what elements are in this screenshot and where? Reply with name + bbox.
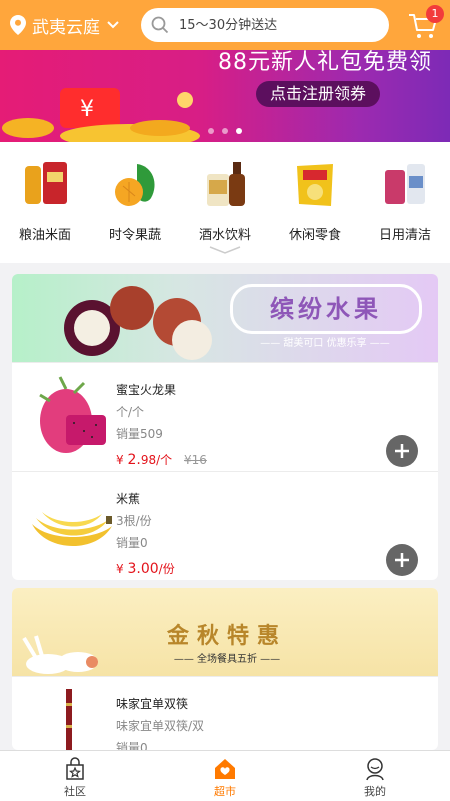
bottom-nav: 社区 超市 我的 <box>0 750 450 801</box>
plus-icon <box>395 553 409 567</box>
search-icon <box>151 16 169 34</box>
location-pin-icon <box>10 15 26 35</box>
product-sales: 销量509 <box>116 427 163 441</box>
product-spec: 3根/份 <box>116 514 152 528</box>
banner-title: 88元新人礼包免费领 <box>218 50 432 75</box>
search-box[interactable] <box>141 8 389 42</box>
category-item[interactable]: 日用清洁 <box>360 156 450 243</box>
product-spec: 味家宜单双筷/双 <box>116 719 205 733</box>
rice-oil-icon <box>25 162 67 204</box>
chevron-down-icon <box>107 21 119 29</box>
price-decimal: 98 <box>140 453 157 467</box>
price-integer: 2. <box>127 452 141 468</box>
plus-icon <box>395 444 409 458</box>
product-image-chopsticks <box>66 689 72 750</box>
category-item[interactable]: 粮油米面 <box>0 156 90 243</box>
cleaning-icon <box>385 164 425 204</box>
category-label: 休闲零食 <box>288 228 341 243</box>
category-item[interactable]: 时令果蔬 <box>90 156 180 243</box>
rabbit-illustration <box>22 635 98 674</box>
svg-text:¥: ¥ <box>80 97 94 122</box>
product-price: ¥ 2.98/个 ¥16 <box>116 451 207 468</box>
section-card-autumn: 金秋特惠 —— 全场餐具五折 —— 味家宜单双筷 味家宜单双筷/双 销量0 <box>12 588 438 750</box>
coins-illustration: ¥ <box>2 88 200 142</box>
add-to-cart-button[interactable] <box>386 435 418 467</box>
section-banner[interactable]: 缤纷水果 —— 甜美可口 优惠乐享 —— <box>12 274 438 362</box>
fruit-illustration <box>64 286 212 360</box>
nav-label: 社区 <box>64 785 86 798</box>
section-card-fruit: 缤纷水果 —— 甜美可口 优惠乐享 —— 蜜宝火龙果 个/个 销量509 ¥ 2… <box>12 274 438 580</box>
product-name: 味家宜单双筷 <box>116 697 189 711</box>
nav-item-supermarket[interactable]: 超市 <box>150 751 300 801</box>
product-name: 蜜宝火龙果 <box>116 383 177 397</box>
price-currency: ¥ <box>116 453 124 467</box>
top-bar: 武夷云庭 1 <box>0 0 450 50</box>
supermarket-icon <box>215 759 235 779</box>
register-coupon-button[interactable]: 点击注册领券 <box>256 81 381 107</box>
nav-label: 我的 <box>364 785 386 798</box>
carousel-dots <box>208 128 242 134</box>
category-label: 酒水饮料 <box>198 228 251 243</box>
original-price: ¥16 <box>183 453 207 467</box>
nav-item-profile[interactable]: 我的 <box>300 751 450 801</box>
price-unit: /份 <box>158 562 175 576</box>
carousel-dot[interactable] <box>208 128 214 134</box>
category-label: 时令果蔬 <box>108 228 161 243</box>
category-grid: 粮油米面 时令果蔬 酒水饮料 休闲零食 日用清洁 <box>0 142 450 263</box>
section-banner-subtitle: —— 甜美可口 优惠乐享 —— <box>260 338 390 349</box>
product-item[interactable]: 米蕉 3根/份 销量0 ¥ 3.00/份 <box>12 471 438 580</box>
fruit-veg-icon <box>115 164 155 206</box>
category-item[interactable]: 休闲零食 <box>270 156 360 243</box>
price-unit: /个 <box>156 453 173 467</box>
section-banner[interactable]: 金秋特惠 —— 全场餐具五折 —— <box>12 588 438 676</box>
profile-icon <box>366 758 384 781</box>
drinks-icon <box>207 162 245 206</box>
price-currency: ¥ <box>116 562 124 576</box>
snacks-icon <box>297 164 333 206</box>
expand-chevron-icon[interactable] <box>208 245 242 255</box>
product-spec: 个/个 <box>116 405 145 419</box>
nav-label: 超市 <box>214 785 236 798</box>
add-to-cart-button[interactable] <box>386 544 418 576</box>
location-selector[interactable]: 武夷云庭 <box>10 13 126 38</box>
product-price: ¥ 3.00/份 <box>116 560 175 577</box>
section-banner-title: 缤纷水果 <box>230 284 422 334</box>
category-label: 日用清洁 <box>378 228 431 243</box>
carousel-dot[interactable] <box>222 128 228 134</box>
carousel-dot-active[interactable] <box>236 128 242 134</box>
location-label: 武夷云庭 <box>32 17 100 38</box>
product-item[interactable]: 蜜宝火龙果 个/个 销量509 ¥ 2.98/个 ¥16 <box>12 362 438 471</box>
promo-banner[interactable]: ¥ 88元新人礼包免费领 点击注册领券 <box>0 50 450 142</box>
community-icon <box>66 757 84 780</box>
section-banner-subtitle: —— 全场餐具五折 —— <box>173 654 281 665</box>
product-image-banana <box>32 512 112 547</box>
section-banner-title: 金秋特惠 <box>166 624 287 649</box>
price-integer: 3. <box>127 561 141 577</box>
product-image-dragonfruit <box>39 376 106 453</box>
category-item[interactable]: 酒水饮料 <box>180 156 270 243</box>
product-sales: 销量0 <box>116 536 148 550</box>
cart-badge: 1 <box>426 5 444 23</box>
search-input[interactable] <box>177 16 371 34</box>
product-item[interactable]: 味家宜单双筷 味家宜单双筷/双 销量0 <box>12 676 438 750</box>
category-label: 粮油米面 <box>18 228 71 243</box>
nav-item-community[interactable]: 社区 <box>0 751 150 801</box>
price-decimal: 00 <box>140 561 159 577</box>
product-sales: 销量0 <box>116 741 148 750</box>
product-name: 米蕉 <box>116 492 141 506</box>
